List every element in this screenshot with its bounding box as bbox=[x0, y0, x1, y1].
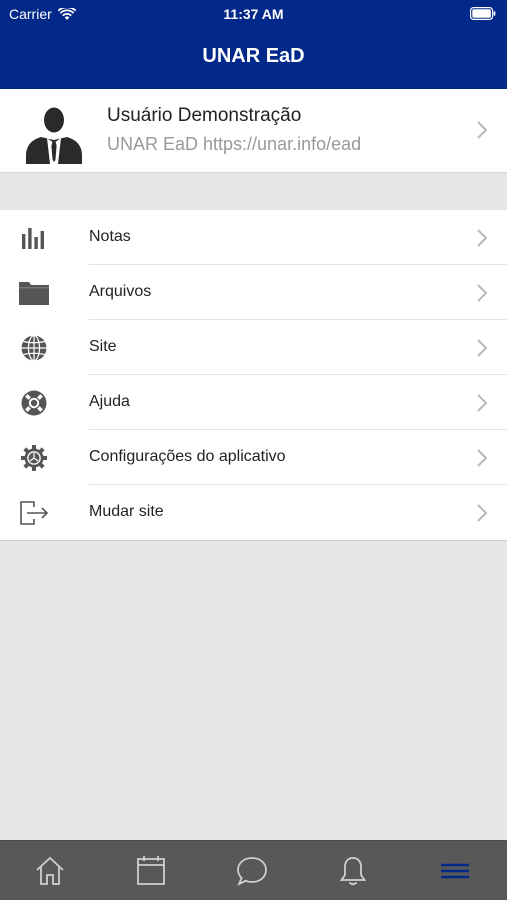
tab-messages[interactable] bbox=[202, 841, 303, 900]
menu-item-label: Ajuda bbox=[89, 393, 130, 410]
bottom-tab-bar bbox=[0, 840, 507, 900]
lifebuoy-icon bbox=[21, 390, 47, 416]
app-header: Carrier 11:37 AM UNAR EaD bbox=[0, 0, 507, 89]
menu-item-label: Notas bbox=[89, 228, 131, 245]
menu-item-label: Configurações do aplicativo bbox=[89, 448, 286, 465]
status-bar: Carrier 11:37 AM bbox=[0, 0, 507, 28]
menu-item-ajuda[interactable]: Ajuda bbox=[0, 375, 507, 430]
menu-item-configuracoes[interactable]: Configurações do aplicativo bbox=[0, 430, 507, 485]
menu-item-mudar-site[interactable]: Mudar site bbox=[0, 485, 507, 540]
home-icon bbox=[36, 856, 64, 885]
battery-icon bbox=[470, 7, 496, 23]
chevron-right-icon bbox=[477, 229, 488, 247]
chevron-right-icon bbox=[477, 394, 488, 412]
chevron-right-icon bbox=[477, 449, 488, 467]
globe-icon bbox=[21, 334, 47, 362]
logout-icon bbox=[20, 501, 49, 525]
folder-icon bbox=[19, 282, 49, 305]
menu-item-label: Site bbox=[89, 338, 117, 355]
menu-item-arquivos[interactable]: Arquivos bbox=[0, 265, 507, 320]
tab-more-menu[interactable] bbox=[405, 841, 506, 900]
chat-icon bbox=[237, 857, 267, 886]
menu-item-notas[interactable]: Notas bbox=[0, 210, 507, 265]
chevron-right-icon bbox=[477, 284, 488, 302]
chevron-right-icon bbox=[477, 504, 488, 522]
user-site: UNAR EaD https://unar.info/ead bbox=[107, 134, 362, 154]
tab-home[interactable] bbox=[0, 841, 101, 900]
calendar-icon bbox=[137, 856, 165, 885]
user-name: Usuário Demonstração bbox=[107, 105, 302, 126]
tab-notifications[interactable] bbox=[303, 841, 404, 900]
menu-item-label: Mudar site bbox=[89, 503, 164, 520]
chevron-right-icon bbox=[477, 121, 488, 139]
page-title: UNAR EaD bbox=[202, 45, 305, 67]
menu-icon bbox=[441, 863, 469, 879]
status-time: 11:37 AM bbox=[223, 6, 284, 22]
chevron-right-icon bbox=[477, 339, 488, 357]
menu-item-label: Arquivos bbox=[89, 283, 152, 300]
tab-calendar[interactable] bbox=[101, 841, 202, 900]
bell-icon bbox=[339, 857, 367, 886]
bar-chart-icon bbox=[22, 228, 44, 249]
user-profile-row[interactable]: Usuário Demonstração UNAR EaD https://un… bbox=[0, 89, 507, 173]
menu-item-site[interactable]: Site bbox=[0, 320, 507, 375]
gear-icon bbox=[21, 445, 47, 471]
user-avatar-icon bbox=[26, 107, 82, 164]
main-menu-list: Notas Arquivos Site Ajuda Configurações … bbox=[0, 210, 507, 541]
